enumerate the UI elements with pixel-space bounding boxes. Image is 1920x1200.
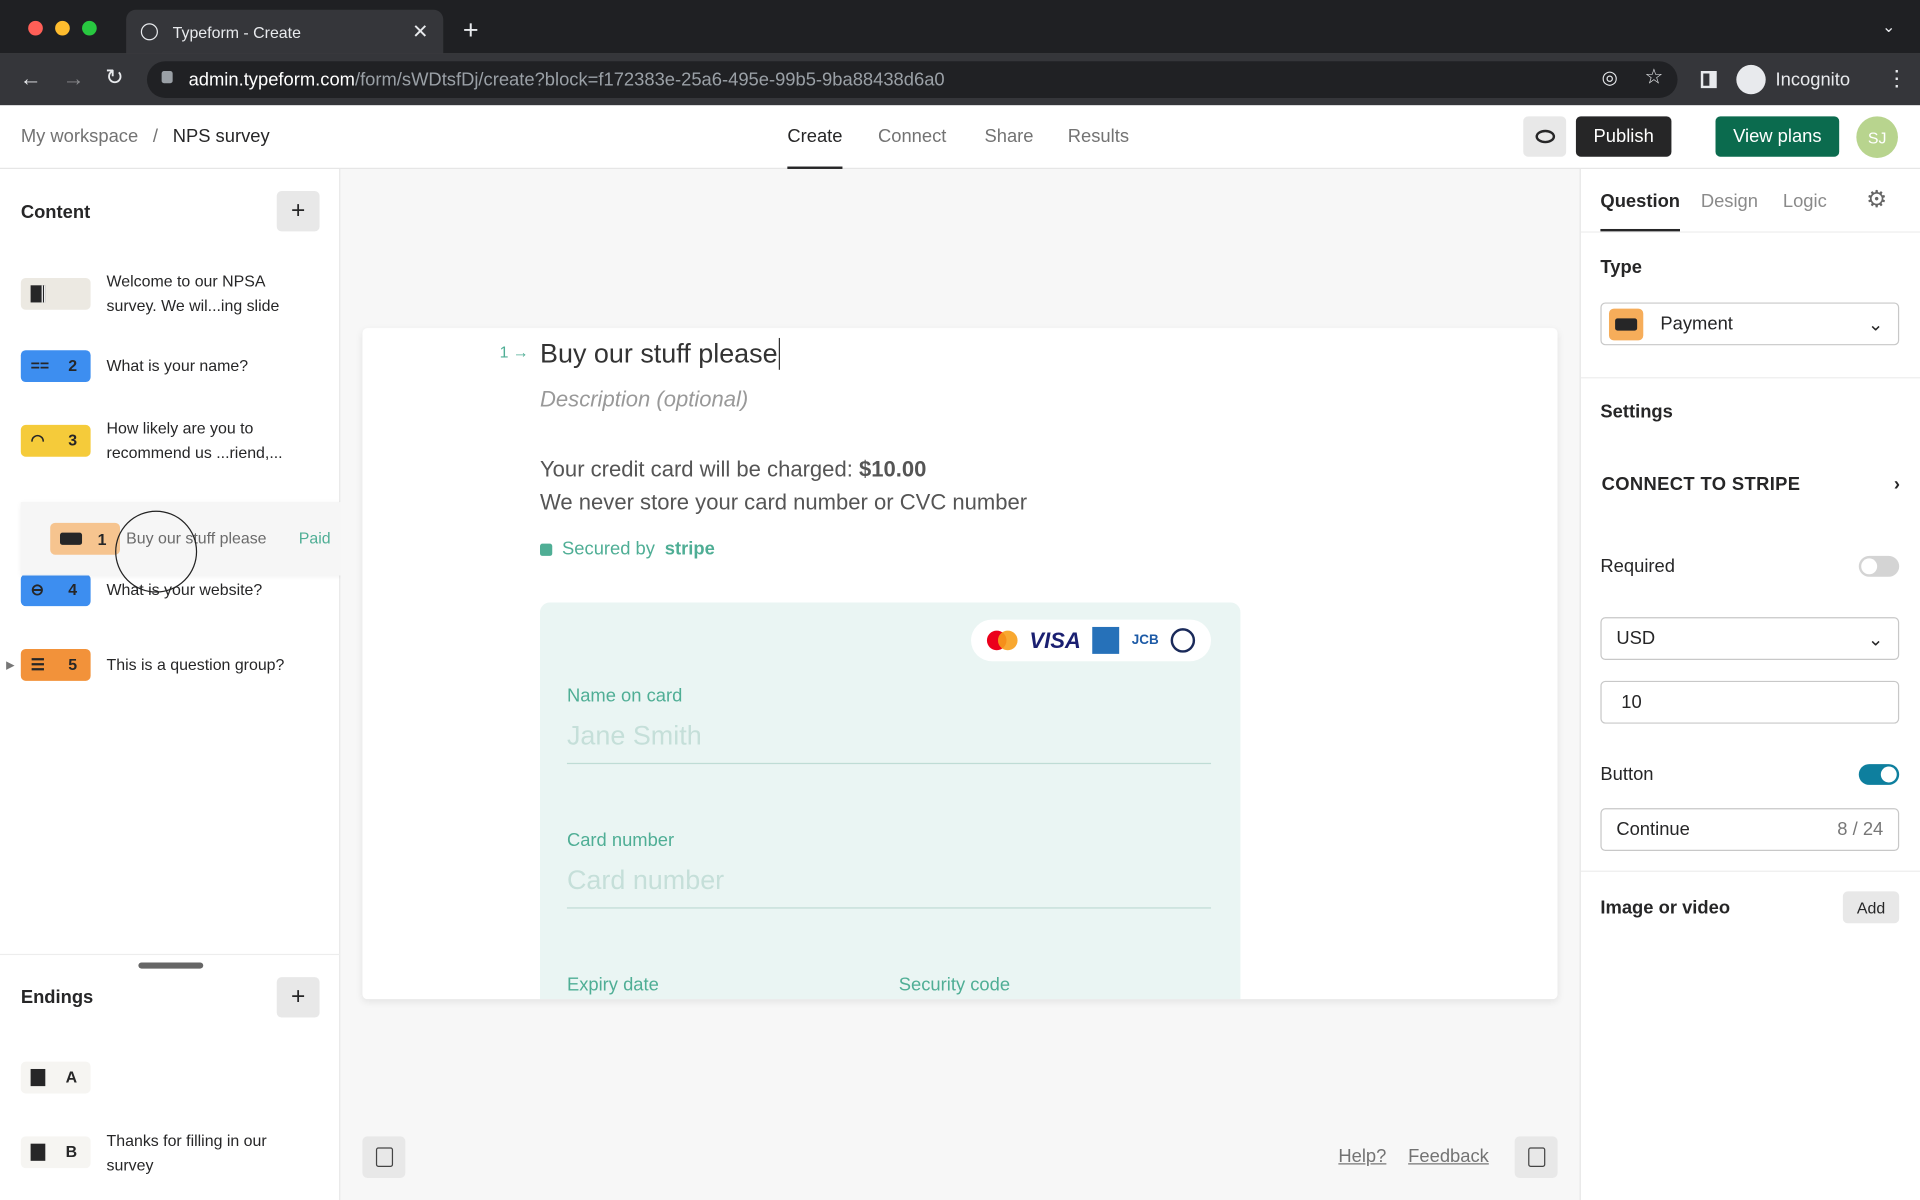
paid-tag: Paid xyxy=(298,528,331,548)
amount-input[interactable]: 10 xyxy=(1600,680,1900,724)
button-toggle[interactable] xyxy=(1858,764,1900,785)
ending-screen-icon: B xyxy=(20,1136,91,1169)
diners-icon xyxy=(1170,628,1196,653)
favicon-icon xyxy=(140,23,158,41)
tab-list-chevron-icon[interactable]: ⌄ xyxy=(1882,17,1895,37)
content-title: Content xyxy=(20,202,91,223)
link-icon: ⊖ 4 xyxy=(20,574,91,607)
settings-panel: Question Design Logic ⚙ Type Payment ⌄ Se… xyxy=(1579,168,1920,1200)
question-preview-card: 1 → Buy our stuff please Description (op… xyxy=(362,328,1558,1000)
charge-info: Your credit card will be charged: $10.00… xyxy=(540,456,1028,515)
bookmark-star-icon[interactable]: ☆ xyxy=(1644,65,1663,89)
preview-button[interactable] xyxy=(1523,116,1567,157)
add-ending-button[interactable]: + xyxy=(276,977,320,1018)
reload-icon[interactable]: ↻ xyxy=(105,65,123,91)
forward-icon[interactable]: → xyxy=(62,66,84,92)
breadcrumb-form-name[interactable]: NPS survey xyxy=(173,126,270,147)
tab-connect[interactable]: Connect xyxy=(878,105,946,169)
visa-icon: VISA xyxy=(1029,627,1081,653)
cursor-drag-indicator xyxy=(115,510,198,593)
resize-handle[interactable] xyxy=(138,962,204,969)
secured-by-stripe: Secured by stripe xyxy=(540,539,715,560)
tab-title: Typeform - Create xyxy=(172,22,301,42)
lock-icon xyxy=(161,71,173,84)
close-window-button[interactable] xyxy=(28,20,43,36)
name-on-card-input[interactable]: Jane Smith xyxy=(567,720,702,752)
payment-card-icon: 1 xyxy=(50,522,121,555)
endings-title: Endings xyxy=(20,986,94,1008)
app-header: My workspace / NPS survey Create Connect… xyxy=(0,105,1920,169)
panel-right-icon xyxy=(1527,1147,1545,1167)
incognito-badge[interactable]: Incognito xyxy=(1736,62,1850,96)
tab-results[interactable]: Results xyxy=(1068,105,1129,169)
collapse-left-panel-button[interactable] xyxy=(362,1136,406,1178)
expiry-date-label: Expiry date xyxy=(566,974,659,996)
mastercard-icon xyxy=(986,630,1018,651)
side-panel-icon[interactable] xyxy=(1700,71,1717,89)
payment-card-icon xyxy=(1608,307,1644,340)
lock-icon xyxy=(540,543,553,556)
card-number-input[interactable]: Card number xyxy=(567,864,724,896)
breadcrumb-separator: / xyxy=(152,126,158,147)
breadcrumb-workspace[interactable]: My workspace xyxy=(21,126,138,147)
required-toggle[interactable] xyxy=(1858,555,1900,577)
jcb-icon: JCB xyxy=(1131,633,1159,648)
browser-tab-strip: Typeform - Create ✕ + ⌄ xyxy=(0,0,1920,54)
eye-icon xyxy=(1534,129,1555,144)
browser-tab[interactable]: Typeform - Create ✕ xyxy=(126,9,444,54)
tab-design[interactable]: Design xyxy=(1701,191,1758,212)
amex-icon xyxy=(1092,626,1120,654)
question-title-input[interactable]: Buy our stuff please xyxy=(540,337,781,370)
tab-share[interactable]: Share xyxy=(984,105,1033,169)
char-count: 8 / 24 xyxy=(1837,819,1884,841)
ending-screen-icon: A xyxy=(20,1061,91,1094)
publish-button[interactable]: Publish xyxy=(1575,116,1672,157)
minimize-window-button[interactable] xyxy=(55,20,70,36)
tab-logic[interactable]: Logic xyxy=(1783,191,1827,212)
question-number: 1 → xyxy=(499,342,529,362)
short-text-icon: == 2 xyxy=(20,350,91,383)
url-field[interactable]: admin.typeform.com/form/sWDtsfDj/create?… xyxy=(146,61,1678,98)
panel-left-icon xyxy=(375,1147,393,1167)
canvas-area: 1 → Buy our stuff please Description (op… xyxy=(340,168,1580,1200)
incognito-icon xyxy=(1736,64,1766,95)
help-link[interactable]: Help? xyxy=(1338,1146,1386,1167)
currency-select[interactable]: USD ⌄ xyxy=(1600,617,1900,661)
tracking-eye-off-icon[interactable]: ◎ xyxy=(1602,66,1618,88)
security-code-label: Security code xyxy=(898,974,1011,996)
browser-menu-icon[interactable]: ⋮ xyxy=(1886,66,1908,92)
collapse-right-panel-button[interactable] xyxy=(1514,1136,1558,1178)
chevron-down-icon: ⌄ xyxy=(1867,314,1884,335)
payment-form: VISA JCB Name on card Jane Smith Card nu… xyxy=(540,602,1241,1000)
back-icon[interactable]: ← xyxy=(20,66,42,92)
add-media-button[interactable]: Add xyxy=(1842,891,1900,924)
content-sidebar: Content + Welcome to our NPSA survey. We… xyxy=(0,168,364,1200)
maximize-window-button[interactable] xyxy=(82,20,97,36)
tab-question[interactable]: Question xyxy=(1600,191,1681,232)
question-group-icon: ☰ 5 xyxy=(20,648,91,681)
add-content-button[interactable]: + xyxy=(276,191,320,232)
gear-icon[interactable]: ⚙ xyxy=(1866,186,1887,214)
nps-gauge-icon: ◠ 3 xyxy=(20,424,91,457)
avatar[interactable]: SJ xyxy=(1856,116,1898,158)
button-text-input[interactable]: Continue 8 / 24 xyxy=(1600,808,1900,852)
chevron-right-icon: › xyxy=(1893,473,1901,495)
description-input[interactable]: Description (optional) xyxy=(540,387,748,413)
view-plans-button[interactable]: View plans xyxy=(1715,116,1840,157)
list-item[interactable]: Welcome to our NPSA survey. We wil...ing… xyxy=(0,269,340,318)
question-type-select[interactable]: Payment ⌄ xyxy=(1600,302,1900,346)
address-bar-row: ← → ↻ admin.typeform.com/form/sWDtsfDj/c… xyxy=(0,53,1920,106)
close-tab-icon[interactable]: ✕ xyxy=(412,20,428,44)
card-brands: VISA JCB xyxy=(971,619,1212,662)
chevron-down-icon: ⌄ xyxy=(1867,628,1884,650)
tab-create[interactable]: Create xyxy=(787,105,843,169)
expand-group-icon[interactable]: ▶ xyxy=(6,653,14,677)
new-tab-button[interactable]: + xyxy=(463,15,479,47)
connect-stripe-row[interactable]: CONNECT TO STRIPE › xyxy=(1602,474,1901,495)
feedback-link[interactable]: Feedback xyxy=(1408,1146,1489,1167)
welcome-screen-icon xyxy=(20,277,91,310)
